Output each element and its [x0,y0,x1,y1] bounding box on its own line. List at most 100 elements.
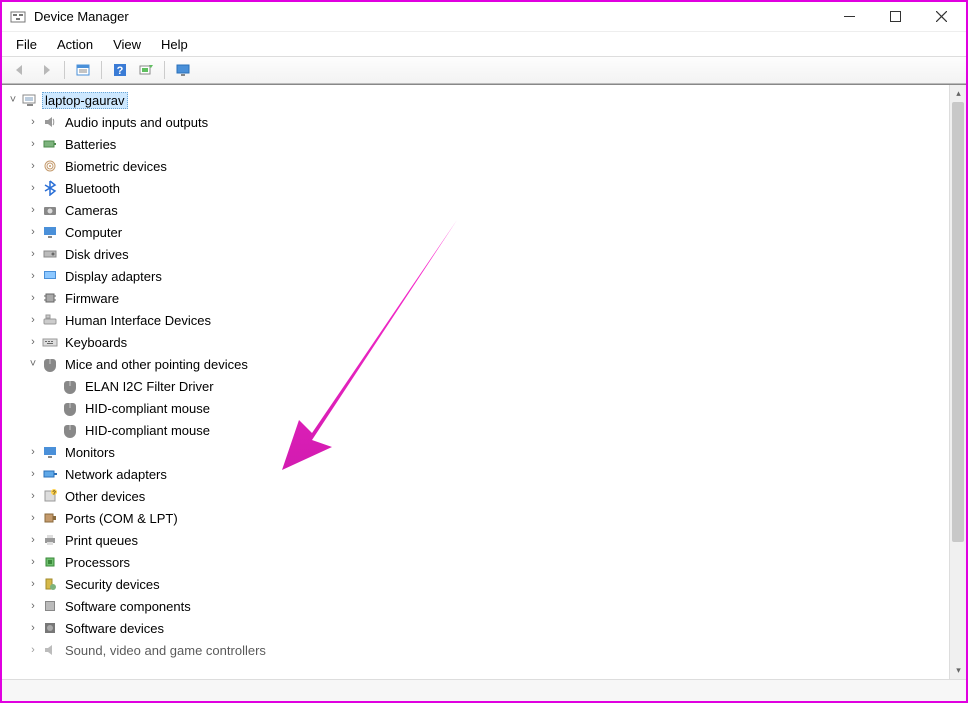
scroll-down-button[interactable]: ▾ [950,662,966,679]
chevron-right-icon[interactable]: › [26,248,40,260]
vertical-scrollbar[interactable]: ▴ ▾ [949,85,966,679]
chevron-right-icon[interactable]: › [26,622,40,634]
network-icon [42,466,58,482]
toolbar-forward-button[interactable] [34,59,58,81]
tree-category-display-adapters[interactable]: › Display adapters [6,265,949,287]
toolbar: ? [2,56,966,84]
tree-category-monitors[interactable]: › Monitors [6,441,949,463]
cpu-icon [42,554,58,570]
menu-action[interactable]: Action [47,35,103,54]
camera-icon [42,202,58,218]
tree-category-keyboards[interactable]: › Keyboards [6,331,949,353]
chevron-right-icon[interactable]: › [26,292,40,304]
toolbar-separator [101,61,102,79]
content-area: ˅ laptop-gaurav › Audio inputs and outpu… [2,84,966,679]
display-adapter-icon [42,268,58,284]
tree-category-disk-drives[interactable]: › Disk drives [6,243,949,265]
device-tree[interactable]: ˅ laptop-gaurav › Audio inputs and outpu… [2,85,949,679]
toolbar-scan-button[interactable] [134,59,158,81]
chevron-right-icon[interactable]: › [26,314,40,326]
tree-category-sw-devices[interactable]: › Software devices [6,617,949,639]
toolbar-back-button[interactable] [8,59,32,81]
chevron-right-icon[interactable]: › [26,534,40,546]
statusbar [2,679,966,701]
tree-category-security[interactable]: › Security devices [6,573,949,595]
tree-category-batteries[interactable]: › Batteries [6,133,949,155]
menu-help[interactable]: Help [151,35,198,54]
tree-category-computer[interactable]: › Computer [6,221,949,243]
app-icon [10,9,26,25]
tree-category-bluetooth[interactable]: › Bluetooth [6,177,949,199]
unknown-device-icon: ? [42,488,58,504]
tree-category-other[interactable]: › ? Other devices [6,485,949,507]
tree-category-sw-components[interactable]: › Software components [6,595,949,617]
battery-icon [42,136,58,152]
chevron-down-icon[interactable]: ˅ [26,358,40,370]
chevron-right-icon[interactable]: › [26,336,40,348]
mouse-icon [62,422,78,438]
software-component-icon [42,598,58,614]
tree-category-biometric[interactable]: › Biometric devices [6,155,949,177]
tree-category-audio[interactable]: › Audio inputs and outputs [6,111,949,133]
tree-category-ports[interactable]: › Ports (COM & LPT) [6,507,949,529]
chevron-right-icon[interactable]: › [26,116,40,128]
tree-device-hid-mouse-2[interactable]: HID-compliant mouse [6,419,949,441]
tree-category-hid[interactable]: › Human Interface Devices [6,309,949,331]
menubar: File Action View Help [2,32,966,56]
tree-root-node[interactable]: ˅ laptop-gaurav [6,89,949,111]
menu-view[interactable]: View [103,35,151,54]
menu-file[interactable]: File [6,35,47,54]
toolbar-separator [164,61,165,79]
sound-icon [42,642,58,658]
hid-icon [42,312,58,328]
chevron-right-icon[interactable]: › [26,468,40,480]
software-device-icon [42,620,58,636]
chevron-right-icon[interactable]: › [26,160,40,172]
tree-category-cameras[interactable]: › Cameras [6,199,949,221]
monitor-icon [42,224,58,240]
toolbar-help-button[interactable]: ? [108,59,132,81]
mouse-icon [42,356,58,372]
port-icon [42,510,58,526]
disk-icon [42,246,58,262]
chevron-right-icon[interactable]: › [26,138,40,150]
chevron-right-icon[interactable]: › [26,226,40,238]
toolbar-properties-button[interactable] [71,59,95,81]
toolbar-monitor-button[interactable] [171,59,195,81]
chevron-right-icon[interactable]: › [26,446,40,458]
tree-category-firmware[interactable]: › Firmware [6,287,949,309]
tree-device-elan[interactable]: ELAN I2C Filter Driver [6,375,949,397]
tree-device-hid-mouse-1[interactable]: HID-compliant mouse [6,397,949,419]
monitor-icon [42,444,58,460]
chevron-right-icon[interactable]: › [26,204,40,216]
printer-icon [42,532,58,548]
chevron-right-icon[interactable]: › [26,182,40,194]
chevron-right-icon[interactable]: › [26,556,40,568]
chevron-right-icon[interactable]: › [26,270,40,282]
chevron-right-icon[interactable]: › [26,490,40,502]
maximize-button[interactable] [872,3,918,31]
toolbar-separator [64,61,65,79]
computer-icon [22,92,38,108]
chevron-right-icon[interactable]: › [26,512,40,524]
close-button[interactable] [918,3,964,31]
scroll-thumb[interactable] [952,102,964,542]
mouse-icon [62,400,78,416]
tree-category-sound[interactable]: › Sound, video and game controllers [6,639,949,661]
keyboard-icon [42,334,58,350]
tree-category-printers[interactable]: › Print queues [6,529,949,551]
tree-category-network[interactable]: › Network adapters [6,463,949,485]
scroll-up-button[interactable]: ▴ [950,85,966,102]
bluetooth-icon [42,180,58,196]
chevron-down-icon[interactable]: ˅ [6,94,20,106]
window-title: Device Manager [34,9,826,24]
chip-icon [42,290,58,306]
tree-category-processors[interactable]: › Processors [6,551,949,573]
chevron-right-icon[interactable]: › [26,644,40,656]
minimize-button[interactable] [826,3,872,31]
tree-category-mice[interactable]: ˅ Mice and other pointing devices [6,353,949,375]
titlebar: Device Manager [2,2,966,32]
chevron-right-icon[interactable]: › [26,600,40,612]
speaker-icon [42,114,58,130]
chevron-right-icon[interactable]: › [26,578,40,590]
